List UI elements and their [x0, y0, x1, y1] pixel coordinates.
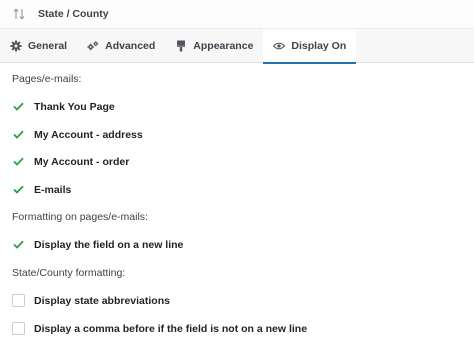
- tab-advanced[interactable]: Advanced: [77, 29, 165, 63]
- tab-appearance-label: Appearance: [193, 40, 254, 52]
- gear-icon: [10, 40, 22, 52]
- option-label: E-mails: [34, 183, 72, 196]
- option-my-account-address[interactable]: My Account - address: [12, 128, 143, 141]
- field-header: State / County: [0, 0, 474, 28]
- formatting-pages-label: Formatting on pages/e-mails:: [12, 211, 148, 223]
- option-label: Display state abbreviations: [34, 294, 170, 307]
- tab-general[interactable]: General: [0, 29, 77, 63]
- empty-checkbox[interactable]: [12, 322, 25, 335]
- sort-arrows-icon[interactable]: [10, 7, 28, 21]
- tab-advanced-label: Advanced: [105, 40, 156, 52]
- checkmark-icon[interactable]: [12, 128, 25, 141]
- option-comma-before[interactable]: Display a comma before if the field is n…: [12, 322, 307, 335]
- checkmark-icon[interactable]: [12, 100, 25, 113]
- tab-appearance[interactable]: Appearance: [165, 29, 263, 63]
- checkmark-icon[interactable]: [12, 238, 25, 251]
- eye-icon: [273, 40, 286, 52]
- tab-display-on[interactable]: Display On: [263, 29, 357, 64]
- option-label: My Account - order: [34, 155, 130, 168]
- checkmark-icon[interactable]: [12, 183, 25, 196]
- empty-checkbox[interactable]: [12, 294, 25, 307]
- option-label: Thank You Page: [34, 100, 115, 113]
- option-thank-you-page[interactable]: Thank You Page: [12, 100, 115, 113]
- gears-icon: [87, 40, 99, 52]
- state-formatting-label: State/County formatting:: [12, 267, 126, 279]
- paintbrush-icon: [175, 40, 187, 52]
- option-state-abbreviations[interactable]: Display state abbreviations: [12, 294, 170, 307]
- pages-emails-label: Pages/e-mails:: [12, 73, 82, 85]
- tab-general-label: General: [28, 40, 68, 52]
- option-label: My Account - address: [34, 128, 143, 141]
- tab-display-on-label: Display On: [291, 40, 347, 52]
- option-field-new-line[interactable]: Display the field on a new line: [12, 238, 183, 251]
- option-my-account-order[interactable]: My Account - order: [12, 155, 129, 168]
- option-label: Display the field on a new line: [34, 238, 184, 251]
- option-e-mails[interactable]: E-mails: [12, 183, 71, 196]
- option-label: Display a comma before if the field is n…: [34, 322, 308, 335]
- checkmark-icon[interactable]: [12, 155, 25, 168]
- field-title: State / County: [38, 8, 109, 20]
- settings-tabs: General Advanced Appearance Display On: [0, 28, 474, 64]
